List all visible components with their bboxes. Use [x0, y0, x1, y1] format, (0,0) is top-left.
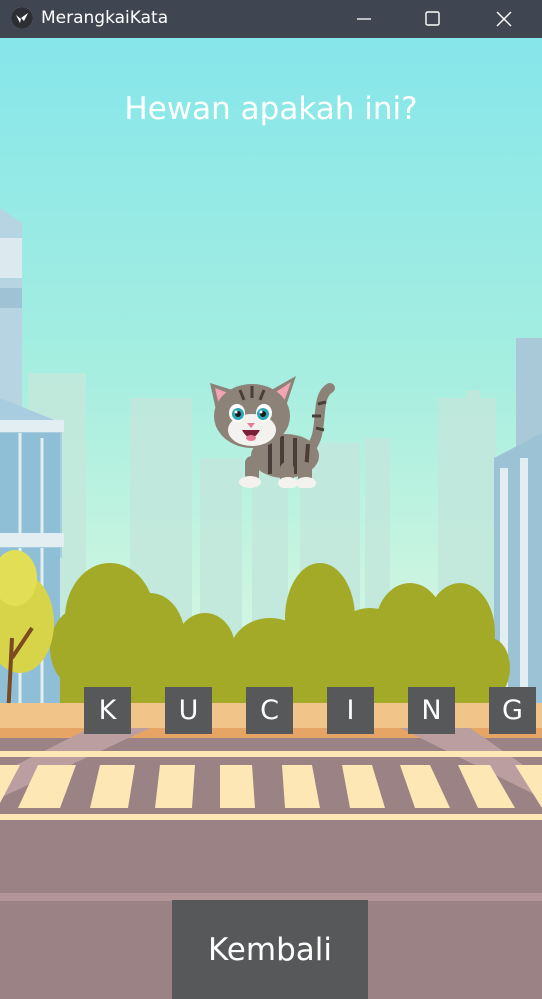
window-title: MerangkaiKata: [41, 8, 169, 28]
title-bar: MerangkaiKata: [0, 0, 542, 38]
maximize-icon: [425, 11, 440, 26]
close-icon: [496, 11, 512, 27]
app-logo-icon: [11, 7, 33, 29]
back-button[interactable]: Kembali: [172, 900, 368, 999]
cat-illustration: [210, 376, 335, 488]
maximize-button[interactable]: [399, 0, 467, 38]
letter-tile-6[interactable]: G: [489, 687, 536, 734]
letter-tile-4[interactable]: I: [327, 687, 374, 734]
letter-tile-2[interactable]: U: [165, 687, 212, 734]
minimize-button[interactable]: [330, 0, 398, 38]
city-street-background: [0, 208, 542, 999]
minimize-icon: [357, 18, 371, 20]
letter-tile-1[interactable]: K: [84, 687, 131, 734]
letter-tile-3[interactable]: C: [246, 687, 293, 734]
question-text: Hewan apakah ini?: [124, 91, 418, 127]
game-screen: Hewan apakah ini? K U C I N G Kembali: [0, 38, 542, 999]
letter-tile-5[interactable]: N: [408, 687, 455, 734]
close-button[interactable]: [470, 0, 538, 38]
